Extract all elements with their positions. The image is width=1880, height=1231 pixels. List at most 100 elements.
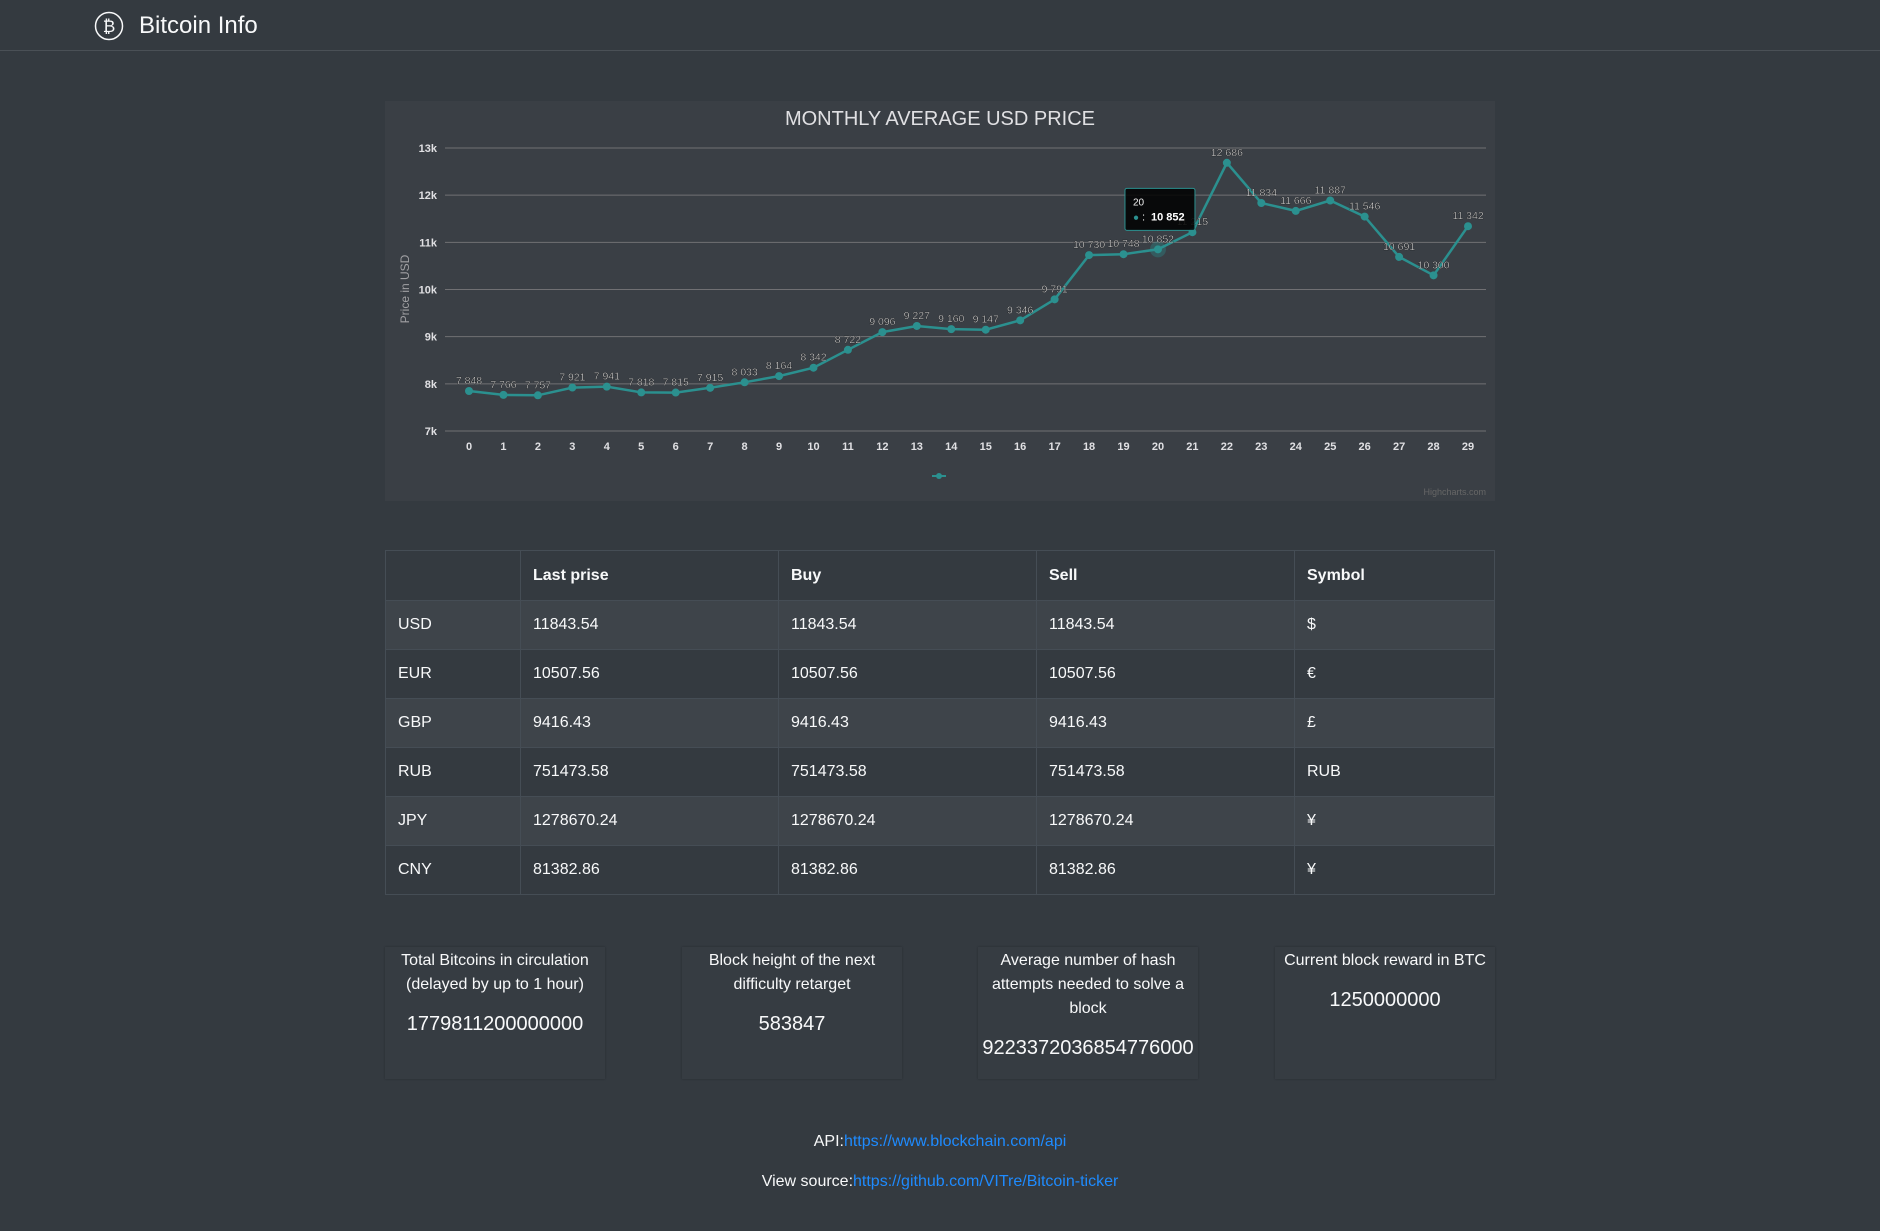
footer-api: API:https://www.blockchain.com/api bbox=[0, 1133, 1880, 1151]
table-cell: 81382.86 bbox=[1036, 845, 1295, 895]
svg-text:₿: ₿ bbox=[103, 17, 116, 37]
data-point bbox=[947, 325, 956, 334]
table-cell: EUR bbox=[385, 649, 521, 699]
stat-label: Block height of the next difficulty reta… bbox=[708, 952, 876, 993]
data-point bbox=[775, 372, 784, 381]
x-tick-label: 22 bbox=[1221, 441, 1233, 453]
table-cell: 10507.56 bbox=[1036, 649, 1295, 699]
price-chart-svg: MONTHLY AVERAGE USD PRICE 7k 8k 9k 10k 11k 12k… bbox=[398, 108, 1486, 497]
x-tick-label: 5 bbox=[638, 441, 644, 453]
x-tick-label: 15 bbox=[980, 441, 992, 453]
table-cell: ¥ bbox=[1294, 796, 1495, 846]
data-point bbox=[1360, 212, 1369, 221]
table-cell: 10507.56 bbox=[778, 649, 1037, 699]
stat-label: Total Bitcoins in circulation (delayed b… bbox=[401, 952, 589, 993]
data-point bbox=[1395, 252, 1404, 261]
price-chart: MONTHLY AVERAGE USD PRICE 7k 8k 9k 10k 11k 12k… bbox=[385, 101, 1495, 501]
data-label: 7 941 bbox=[594, 371, 620, 383]
table-cell: ¥ bbox=[1294, 845, 1495, 895]
data-point bbox=[809, 363, 818, 372]
y-tick-label: 12k bbox=[419, 190, 438, 202]
data-label: 11 342 bbox=[1452, 210, 1483, 222]
data-label: 9 346 bbox=[1007, 304, 1033, 316]
table-cell: USD bbox=[385, 600, 521, 650]
x-tick-label: 6 bbox=[673, 441, 679, 453]
table-cell: 11843.54 bbox=[520, 600, 779, 650]
x-tick-label: 12 bbox=[876, 441, 888, 453]
data-point bbox=[1050, 295, 1059, 304]
column-header-buy: Buy bbox=[778, 550, 1037, 601]
footer-source-label: View source: bbox=[761, 1173, 854, 1190]
x-tick-label: 3 bbox=[569, 441, 575, 453]
price-table: Last prise Buy Sell Symbol USD 11843.54 … bbox=[385, 550, 1495, 895]
legend-marker bbox=[936, 473, 942, 479]
data-point bbox=[1119, 250, 1128, 259]
data-point bbox=[637, 388, 646, 397]
x-tick-label: 4 bbox=[604, 441, 611, 453]
table-row: JPY 1278670.24 1278670.24 1278670.24 ¥ bbox=[385, 796, 1495, 846]
table-cell: 9416.43 bbox=[778, 698, 1037, 748]
data-point bbox=[981, 325, 990, 334]
x-tick-label: 24 bbox=[1290, 441, 1303, 453]
data-point bbox=[1153, 245, 1162, 254]
tooltip-separator: : bbox=[1142, 211, 1145, 223]
data-label: 9 227 bbox=[904, 310, 930, 322]
data-label: 12 686 bbox=[1211, 147, 1243, 159]
data-point bbox=[1291, 206, 1300, 215]
table-cell: 9416.43 bbox=[520, 698, 779, 748]
stat-label: Average number of hash attempts needed t… bbox=[991, 952, 1185, 1017]
x-tick-label: 7 bbox=[707, 441, 713, 453]
column-header-last-price: Last prise bbox=[520, 550, 779, 601]
stat-value: 1779811200000000 bbox=[406, 1013, 584, 1035]
data-point bbox=[1222, 158, 1231, 167]
column-header bbox=[385, 550, 521, 601]
data-label: 8 342 bbox=[800, 352, 826, 364]
x-tick-label: 0 bbox=[466, 441, 472, 453]
table-row: USD 11843.54 11843.54 11843.54 $ bbox=[385, 600, 1495, 650]
y-axis-label: Price in USD bbox=[398, 254, 412, 323]
data-point bbox=[499, 390, 508, 399]
x-tick-label: 23 bbox=[1255, 441, 1267, 453]
brand[interactable]: ₿ Bitcoin Info bbox=[94, 11, 258, 41]
data-label: 7 848 bbox=[456, 375, 482, 387]
data-point bbox=[465, 387, 473, 396]
data-label: 11 666 bbox=[1280, 195, 1311, 207]
table-cell: 10507.56 bbox=[520, 649, 779, 699]
table-header-row: Last prise Buy Sell Symbol bbox=[385, 550, 1495, 601]
data-label: 9 096 bbox=[869, 316, 895, 328]
data-label: 7 818 bbox=[628, 376, 654, 388]
data-point bbox=[706, 383, 715, 392]
api-link[interactable]: https://www.blockchain.com/api bbox=[844, 1133, 1066, 1150]
data-point bbox=[1464, 222, 1472, 231]
navbar: ₿ Bitcoin Info bbox=[0, 0, 1880, 51]
data-label: 10 748 bbox=[1107, 238, 1139, 250]
data-label: 10 852 bbox=[1142, 233, 1174, 245]
tooltip-value: 10 852 bbox=[1151, 211, 1185, 223]
data-label: 11 834 bbox=[1246, 187, 1277, 199]
table-cell: 751473.58 bbox=[778, 747, 1037, 797]
x-tick-label: 2 bbox=[535, 441, 541, 453]
x-tick-label: 16 bbox=[1014, 441, 1026, 453]
y-tick-label: 7k bbox=[425, 426, 438, 438]
data-label: 10 730 bbox=[1073, 239, 1105, 251]
x-tick-label: 17 bbox=[1048, 441, 1060, 453]
table-cell: RUB bbox=[1294, 747, 1495, 797]
y-tick-label: 9k bbox=[425, 332, 438, 344]
table-row: CNY 81382.86 81382.86 81382.86 ¥ bbox=[385, 845, 1495, 895]
source-link[interactable]: https://github.com/VITre/Bitcoin-ticker bbox=[853, 1173, 1118, 1190]
x-tick-label: 29 bbox=[1462, 441, 1474, 453]
data-point bbox=[843, 345, 852, 354]
table-cell: 11843.54 bbox=[778, 600, 1037, 650]
table-cell: 81382.86 bbox=[778, 845, 1037, 895]
data-label: 8 033 bbox=[731, 366, 757, 378]
data-point bbox=[671, 388, 680, 397]
data-label: 10 691 bbox=[1383, 241, 1415, 253]
table-cell: GBP bbox=[385, 698, 521, 748]
stat-card-circulation: Total Bitcoins in circulation (delayed b… bbox=[385, 947, 605, 1079]
tooltip-marker: ● bbox=[1133, 212, 1139, 223]
data-point bbox=[533, 391, 542, 400]
data-point bbox=[740, 378, 749, 387]
x-tick-label: 19 bbox=[1117, 441, 1129, 453]
table-cell: 1278670.24 bbox=[520, 796, 779, 846]
bitcoin-icon: ₿ bbox=[94, 11, 124, 41]
